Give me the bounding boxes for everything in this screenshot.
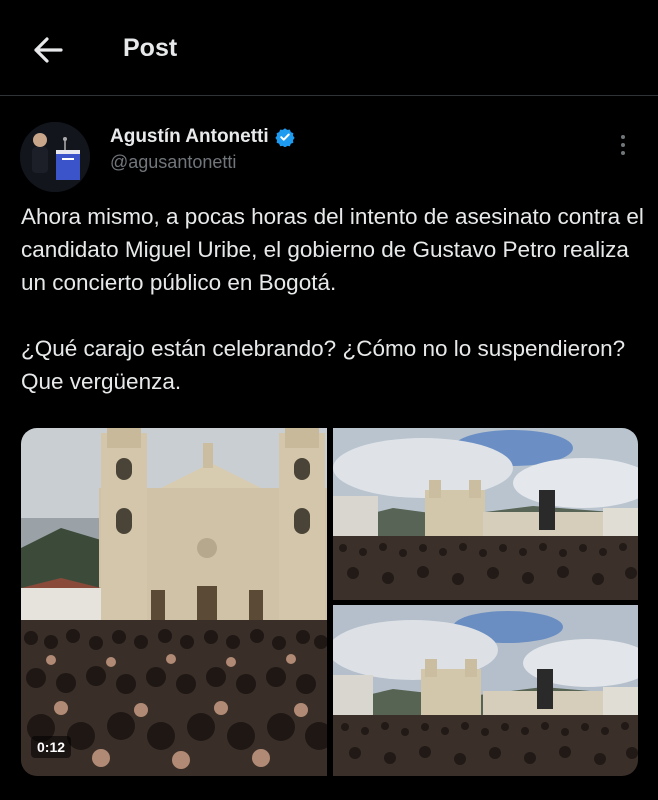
- author-name-row: Agustín Antonetti: [110, 126, 295, 148]
- more-dot-icon: [621, 135, 625, 139]
- back-button[interactable]: [28, 30, 68, 70]
- verified-badge-icon: [274, 128, 295, 147]
- photo-plaza-crowd-1[interactable]: [333, 428, 638, 600]
- more-dot-icon: [621, 143, 625, 147]
- video-cathedral-crowd[interactable]: 0:12: [21, 428, 327, 776]
- media-grid: 0:12: [21, 428, 638, 776]
- author-handle[interactable]: @agusantonetti: [110, 152, 236, 173]
- post-text: Ahora mismo, a pocas horas del intento d…: [21, 204, 644, 394]
- page-title: Post: [123, 34, 178, 62]
- more-dot-icon: [621, 151, 625, 155]
- avatar[interactable]: [20, 122, 90, 192]
- photo-plaza-crowd-2[interactable]: [333, 605, 638, 776]
- top-bar: Post: [0, 0, 658, 96]
- video-duration-badge: 0:12: [31, 736, 72, 758]
- more-options-button[interactable]: [608, 130, 638, 160]
- author-display-name[interactable]: Agustín Antonetti: [110, 126, 269, 148]
- arrow-left-icon: [34, 37, 63, 63]
